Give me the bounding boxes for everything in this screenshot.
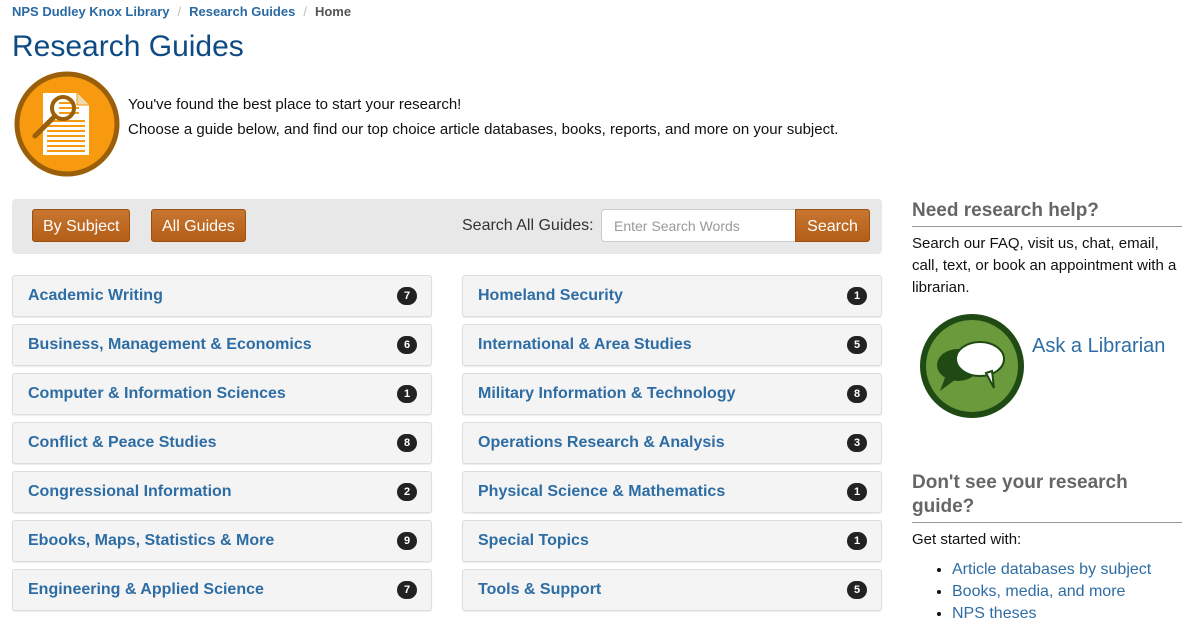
guide-count-badge: 5 <box>847 336 867 354</box>
guide-count-badge: 2 <box>397 483 417 501</box>
breadcrumb-separator: / <box>177 4 182 19</box>
guide-homeland-security[interactable]: Homeland Security 1 <box>462 275 882 317</box>
books-media-link[interactable]: Books, media, and more <box>952 583 1125 600</box>
help-heading: Need research help? <box>912 199 1182 227</box>
guide-tools-support[interactable]: Tools & Support 5 <box>462 569 882 611</box>
help-text: Search our FAQ, visit us, chat, email, c… <box>912 235 1177 296</box>
guide-count-badge: 7 <box>397 287 417 305</box>
guide-count-badge: 5 <box>847 581 867 599</box>
guide-count-badge: 1 <box>847 287 867 305</box>
missing-guide-heading: Don't see your research guide? <box>912 471 1182 523</box>
breadcrumb-research-guides-link[interactable]: Research Guides <box>189 4 295 19</box>
research-help-sidebar: Need research help? Search our FAQ, visi… <box>912 199 1182 433</box>
ask-librarian-link[interactable]: Ask a Librarian <box>1032 335 1165 358</box>
chat-bubbles-icon[interactable] <box>918 313 1026 419</box>
article-databases-link[interactable]: Article databases by subject <box>952 561 1151 578</box>
guide-physical-science-mathematics[interactable]: Physical Science & Mathematics 1 <box>462 471 882 513</box>
search-label: Search All Guides: <box>462 217 594 234</box>
guide-count-badge: 1 <box>397 385 417 403</box>
missing-guide-text: Get started with: <box>912 531 1022 548</box>
list-item: Books, media, and more <box>952 581 1182 603</box>
page-title: Research Guides <box>12 30 244 63</box>
guide-list-right: Homeland Security 1 International & Area… <box>462 275 882 618</box>
guide-list-left: Academic Writing 7 Business, Management … <box>12 275 432 618</box>
by-subject-button[interactable]: By Subject <box>32 209 131 242</box>
guide-special-topics[interactable]: Special Topics 1 <box>462 520 882 562</box>
guide-name[interactable]: Engineering & Applied Science <box>28 581 264 599</box>
breadcrumb-separator: / <box>303 4 307 19</box>
guide-count-badge: 8 <box>847 385 867 403</box>
guide-name[interactable]: Physical Science & Mathematics <box>478 483 725 501</box>
starter-links-list: Article databases by subject Books, medi… <box>912 559 1182 625</box>
search-button[interactable]: Search <box>795 209 870 242</box>
guide-count-badge: 7 <box>397 581 417 599</box>
guide-conflict-peace-studies[interactable]: Conflict & Peace Studies 8 <box>12 422 432 464</box>
guide-ebooks-maps-statistics[interactable]: Ebooks, Maps, Statistics & More 9 <box>12 520 432 562</box>
guide-business-management-economics[interactable]: Business, Management & Economics 6 <box>12 324 432 366</box>
guide-military-information-technology[interactable]: Military Information & Technology 8 <box>462 373 882 415</box>
list-item: Article databases by subject <box>952 559 1182 581</box>
guide-name[interactable]: Conflict & Peace Studies <box>28 434 217 452</box>
ask-librarian-block: Ask a Librarian <box>912 313 1182 433</box>
guide-name[interactable]: International & Area Studies <box>478 336 692 354</box>
guide-name[interactable]: Computer & Information Sciences <box>28 385 286 403</box>
guide-name[interactable]: Tools & Support <box>478 581 601 599</box>
guide-count-badge: 1 <box>847 483 867 501</box>
guide-name[interactable]: Military Information & Technology <box>478 385 736 403</box>
guide-name[interactable]: Operations Research & Analysis <box>478 434 725 452</box>
breadcrumb: NPS Dudley Knox Library / Research Guide… <box>12 4 351 19</box>
guide-international-area-studies[interactable]: International & Area Studies 5 <box>462 324 882 366</box>
missing-guide-section: Don't see your research guide? Get start… <box>912 471 1182 625</box>
breadcrumb-library-link[interactable]: NPS Dudley Knox Library <box>12 4 169 19</box>
guide-name[interactable]: Congressional Information <box>28 483 232 501</box>
guide-computer-information-sciences[interactable]: Computer & Information Sciences 1 <box>12 373 432 415</box>
all-guides-button[interactable]: All Guides <box>151 209 246 242</box>
search-input[interactable] <box>601 209 795 242</box>
guide-count-badge: 9 <box>397 532 417 550</box>
guide-count-badge: 3 <box>847 434 867 452</box>
guide-count-badge: 6 <box>397 336 417 354</box>
intro-line-2: Choose a guide below, and find our top c… <box>128 121 839 138</box>
guide-name[interactable]: Homeland Security <box>478 287 623 305</box>
guide-name[interactable]: Ebooks, Maps, Statistics & More <box>28 532 274 550</box>
guide-engineering-applied-science[interactable]: Engineering & Applied Science 7 <box>12 569 432 611</box>
intro-line-1: You've found the best place to start you… <box>128 96 462 113</box>
guide-congressional-information[interactable]: Congressional Information 2 <box>12 471 432 513</box>
guide-count-badge: 1 <box>847 532 867 550</box>
list-item: NPS theses <box>952 603 1182 625</box>
guide-name[interactable]: Academic Writing <box>28 287 163 305</box>
guide-count-badge: 8 <box>397 434 417 452</box>
guide-name[interactable]: Special Topics <box>478 532 589 550</box>
guides-toolbar: By Subject All Guides Search All Guides:… <box>12 199 882 254</box>
guide-name[interactable]: Business, Management & Economics <box>28 336 312 354</box>
breadcrumb-current: Home <box>314 4 352 19</box>
nps-theses-link[interactable]: NPS theses <box>952 605 1036 622</box>
document-magnifier-icon <box>14 71 120 177</box>
intro-text: You've found the best place to start you… <box>128 92 838 142</box>
guide-operations-research-analysis[interactable]: Operations Research & Analysis 3 <box>462 422 882 464</box>
guide-academic-writing[interactable]: Academic Writing 7 <box>12 275 432 317</box>
